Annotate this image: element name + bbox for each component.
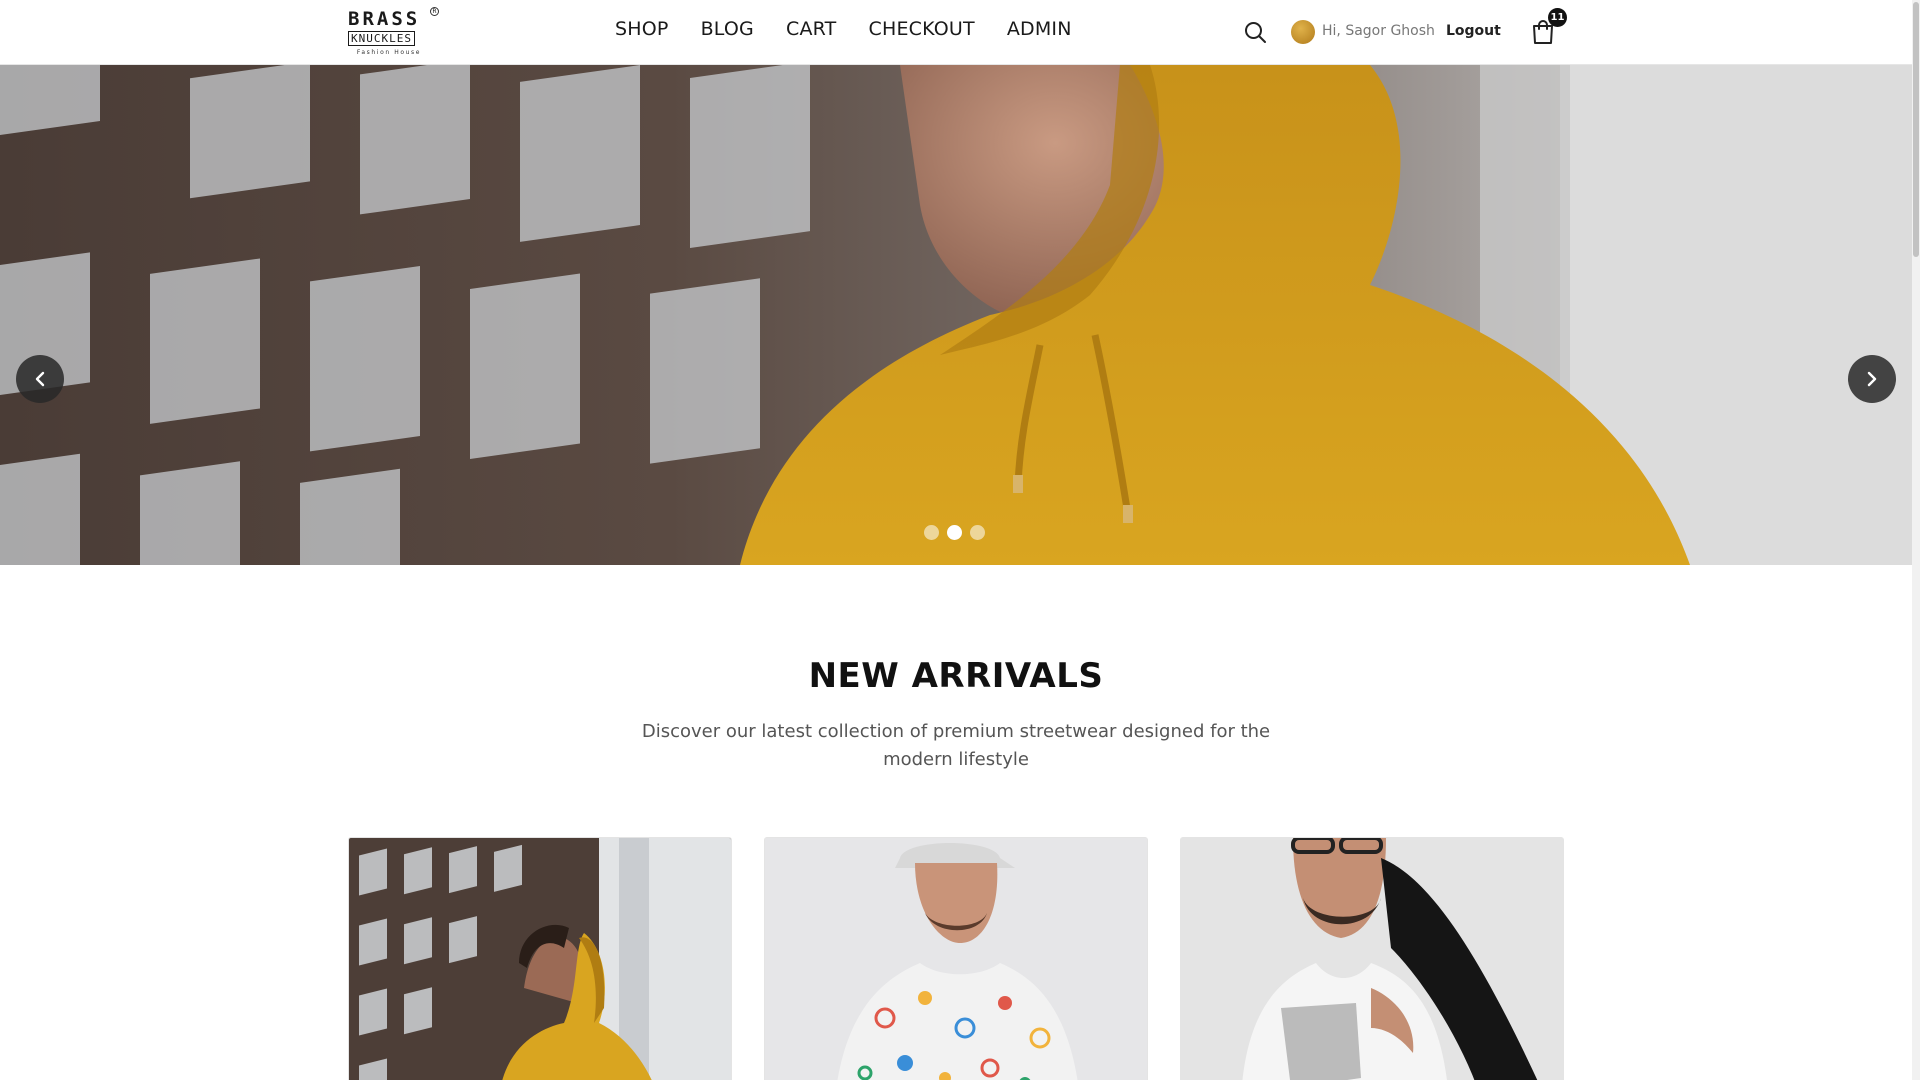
nav-cart[interactable]: CART xyxy=(786,18,837,40)
brand-logo[interactable]: BRASS R KNUCKLES Fashion House xyxy=(348,7,440,58)
carousel-next-button[interactable] xyxy=(1848,355,1896,403)
brand-logo-tagline: Fashion House xyxy=(356,49,422,56)
hero-carousel xyxy=(0,65,1912,565)
carousel-dots xyxy=(924,525,985,540)
logout-link[interactable]: Logout xyxy=(1446,23,1501,39)
chevron-right-icon xyxy=(1867,371,1877,387)
nav-admin[interactable]: ADMIN xyxy=(1007,18,1072,40)
new-arrivals-subtitle: Discover our latest collection of premiu… xyxy=(641,721,1271,770)
carousel-dot-1[interactable] xyxy=(924,525,939,540)
scrollbar-thumb[interactable] xyxy=(1913,2,1919,257)
product-image xyxy=(765,838,1147,1080)
search-icon[interactable] xyxy=(1243,20,1267,44)
nav-shop[interactable]: SHOP xyxy=(615,18,669,40)
nav-blog[interactable]: BLOG xyxy=(701,18,754,40)
product-image xyxy=(349,838,731,1080)
carousel-prev-button[interactable] xyxy=(16,355,64,403)
product-card[interactable] xyxy=(764,837,1148,1080)
site-header: BRASS R KNUCKLES Fashion House SHOP BLOG… xyxy=(0,0,1912,65)
user-greeting: Hi, Sagor Ghosh xyxy=(1322,23,1435,39)
registered-mark: R xyxy=(430,7,439,16)
new-arrivals-title: NEW ARRIVALS xyxy=(808,656,1104,696)
carousel-dot-3[interactable] xyxy=(970,525,985,540)
product-image xyxy=(1181,838,1563,1080)
product-card[interactable] xyxy=(348,837,732,1080)
brand-logo-line1: BRASS xyxy=(348,8,421,30)
nav-checkout[interactable]: CHECKOUT xyxy=(868,18,974,40)
product-grid xyxy=(348,837,1564,1080)
chevron-left-icon xyxy=(35,371,45,387)
product-card[interactable] xyxy=(1180,837,1564,1080)
cart-count-badge: 11 xyxy=(1548,8,1567,27)
brand-logo-line2: KNUCKLES xyxy=(348,31,415,46)
main-nav: SHOP BLOG CART CHECKOUT ADMIN xyxy=(615,18,1072,40)
page-scrollbar[interactable] xyxy=(1912,0,1920,1080)
user-avatar[interactable] xyxy=(1291,20,1315,44)
carousel-dot-2[interactable] xyxy=(947,525,962,540)
hero-slide-image xyxy=(0,65,1912,565)
